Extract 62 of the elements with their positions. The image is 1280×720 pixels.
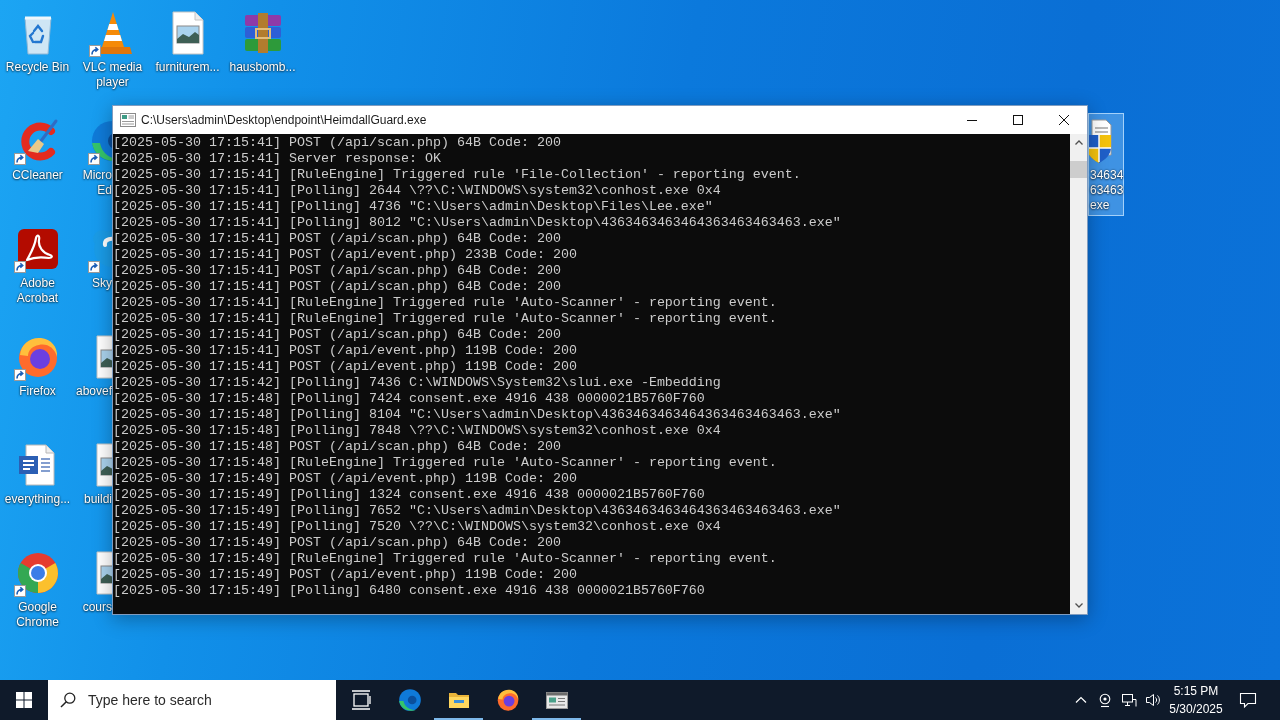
close-icon	[1059, 115, 1069, 125]
scrollbar[interactable]	[1070, 134, 1087, 614]
chevron-up-icon	[1074, 140, 1083, 145]
console-line: [2025-05-30 17:15:48] POST (/api/scan.php) 64B Code: 200	[113, 439, 562, 455]
network-icon[interactable]	[1121, 692, 1137, 708]
icon-label: furniturem...	[155, 60, 220, 75]
icon-label: cours	[82, 600, 112, 615]
icon-label: 34634 63463 exe	[1089, 168, 1124, 213]
icon-label: everything...	[4, 492, 71, 507]
speaker-icon[interactable]	[1145, 692, 1161, 708]
console-line: [2025-05-30 17:15:49] [Polling] 6480 consent.exe 4916 438 0000021B5760F760	[113, 583, 706, 599]
console-line: [2025-05-30 17:15:41] POST (/api/event.php) 119B Code: 200	[113, 359, 578, 375]
icon-label: hausbomb...	[229, 60, 296, 75]
console-line: [2025-05-30 17:15:41] [RuleEngine] Triggered rule 'Auto-Scanner' - reporting event.	[113, 295, 778, 311]
icon-label: buildi	[83, 492, 112, 507]
console-line: [2025-05-30 17:15:41] POST (/api/scan.php) 64B Code: 200	[113, 263, 562, 279]
icon-label: Recycle Bin	[5, 60, 70, 75]
console-line: [2025-05-30 17:15:48] [Polling] 8104 "C:\Users\admin\Desktop\4363463463464363463463463.exe"	[113, 407, 842, 423]
icon-label: Sky	[92, 276, 112, 291]
console-line: [2025-05-30 17:15:41] [Polling] 2644 \??\C:\WINDOWS\system32\conhost.exe 0x4	[113, 183, 722, 199]
console-app-icon	[120, 112, 136, 128]
console-line: [2025-05-30 17:15:41] POST (/api/scan.php) 64B Code: 200	[113, 135, 562, 151]
notification-icon	[1239, 691, 1257, 709]
console-line: [2025-05-30 17:15:48] [Polling] 7848 \??\C:\WINDOWS\system32\conhost.exe 0x4	[113, 423, 722, 439]
scroll-thumb[interactable]	[1070, 161, 1087, 178]
console-line: [2025-05-30 17:15:41] POST (/api/event.php) 119B Code: 200	[113, 343, 578, 359]
webcam-icon[interactable]	[1097, 692, 1113, 708]
icon-label: VLC media player	[81, 60, 144, 90]
clock-button[interactable]: 5:15 PM 5/30/2025	[1165, 680, 1227, 720]
windows-logo-icon	[16, 692, 32, 708]
console-line: [2025-05-30 17:15:41] POST (/api/scan.php) 64B Code: 200	[113, 279, 562, 295]
window-title: C:\Users\admin\Desktop\endpoint\HeimdallGuard.exe	[141, 113, 427, 127]
console-line: [2025-05-30 17:15:49] POST (/api/event.php) 119B Code: 200	[113, 567, 578, 583]
console-line: [2025-05-30 17:15:49] [Polling] 7652 "C:\Users\admin\Desktop\4363463463464363463463463.exe"	[113, 503, 842, 519]
icon-label: abovef	[75, 384, 112, 399]
console-line: [2025-05-30 17:15:49] POST (/api/event.php) 119B Code: 200	[113, 471, 578, 487]
console-line: [2025-05-30 17:15:42] [Polling] 7436 C:\WINDOWS\System32\slui.exe -Embedding	[113, 375, 722, 391]
console-line: [2025-05-30 17:15:41] [Polling] 4736 "C:\Users\admin\Desktop\Files\Lee.exe"	[113, 199, 714, 215]
console-line: [2025-05-30 17:15:41] [Polling] 8012 "C:\Users\admin\Desktop\4363463463464363463463463.exe"	[113, 215, 842, 231]
console-line: [2025-05-30 17:15:41] [RuleEngine] Triggered rule 'Auto-Scanner' - reporting event.	[113, 311, 778, 327]
minimize-icon	[967, 119, 977, 121]
console-line: [2025-05-30 17:15:48] [RuleEngine] Triggered rule 'Auto-Scanner' - reporting event.	[113, 455, 778, 471]
maximize-icon	[1013, 115, 1023, 125]
console-line: [2025-05-30 17:15:48] [Polling] 7424 consent.exe 4916 438 0000021B5760F760	[113, 391, 706, 407]
console-line: [2025-05-30 17:15:41] [RuleEngine] Triggered rule 'File-Collection' - reporting event.	[113, 167, 802, 183]
icon-label: Google Chrome	[15, 600, 60, 630]
console-line: [2025-05-30 17:15:41] Server response: OK	[113, 151, 442, 167]
search-field[interactable]: Type here to search	[48, 680, 336, 720]
console-line: [2025-05-30 17:15:49] [Polling] 7520 \??\C:\WINDOWS\system32\conhost.exe 0x4	[113, 519, 722, 535]
search-icon	[60, 692, 76, 708]
console-line: [2025-05-30 17:15:41] POST (/api/scan.php) 64B Code: 200	[113, 327, 562, 343]
console-line: [2025-05-30 17:15:49] POST (/api/scan.php) 64B Code: 200	[113, 535, 562, 551]
console-line: [2025-05-30 17:15:49] [Polling] 1324 consent.exe 4916 438 0000021B5760F760	[113, 487, 706, 503]
console-line: [2025-05-30 17:15:49] [RuleEngine] Triggered rule 'Auto-Scanner' - reporting event.	[113, 551, 778, 567]
console-line: [2025-05-30 17:15:41] POST (/api/event.php) 233B Code: 200	[113, 247, 578, 263]
icon-label: Firefox	[19, 384, 56, 399]
icon-label: Micro Ed	[82, 168, 112, 198]
edge-icon	[396, 687, 423, 713]
icon-label: CCleaner	[12, 168, 63, 183]
console-line: [2025-05-30 17:15:41] POST (/api/scan.php) 64B Code: 200	[113, 231, 562, 247]
icon-label: Adobe Acrobat	[15, 276, 60, 306]
chevron-down-icon	[1074, 603, 1083, 608]
